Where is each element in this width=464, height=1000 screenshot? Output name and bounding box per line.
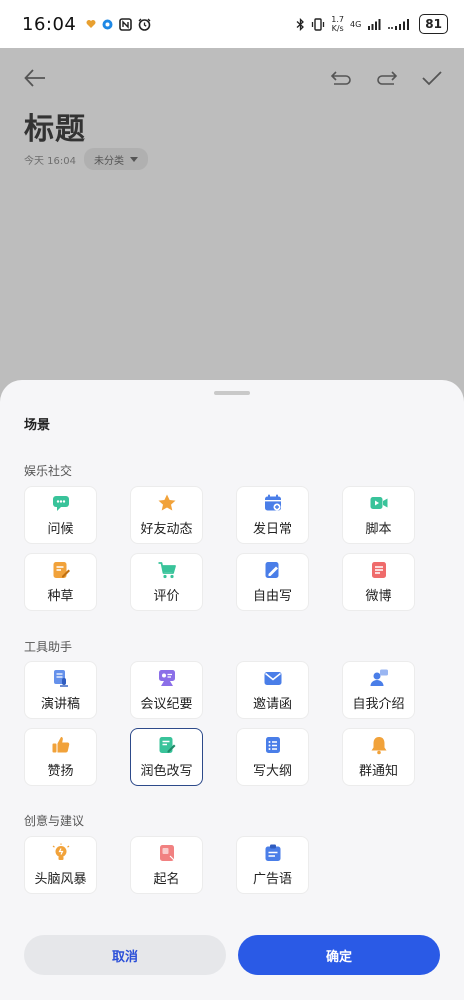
note-date: 今天 16:04 — [24, 155, 76, 167]
sheet-title: 场景 — [24, 418, 51, 433]
envelope-icon — [263, 668, 283, 688]
scene-card[interactable]: 评价 — [130, 553, 203, 611]
user-icon — [369, 668, 389, 688]
chevron-down-icon — [130, 156, 138, 162]
category-label: 未分类 — [94, 155, 124, 167]
chat-icon — [51, 493, 71, 513]
net-speed: 1.7 K/s — [331, 15, 344, 33]
sheet-drag-handle[interactable] — [214, 391, 250, 395]
name-tag-icon — [157, 843, 177, 863]
battery-indicator: 81 — [419, 14, 448, 34]
scene-card[interactable]: 写大纲 — [236, 728, 309, 786]
scene-card[interactable]: 头脑风暴 — [24, 836, 97, 894]
note-title[interactable]: 标题 — [24, 104, 86, 148]
scene-card-label: 写大纲 — [252, 764, 292, 779]
bluetooth-icon — [296, 17, 305, 31]
speech-icon — [51, 668, 71, 688]
scene-card[interactable]: 脚本 — [342, 486, 415, 544]
thumbs-up-icon — [51, 735, 71, 755]
scene-card-label: 润色改写 — [140, 764, 193, 779]
status-right: 1.7 K/s 4G 81 — [296, 14, 448, 34]
note-edit-icon — [51, 560, 71, 580]
note-pen-icon — [157, 735, 177, 755]
scene-card-label: 群通知 — [358, 764, 398, 779]
scene-card[interactable]: 会议纪要 — [130, 661, 203, 719]
scene-card[interactable]: 赞扬 — [24, 728, 97, 786]
scene-card-label: 自由写 — [252, 589, 292, 604]
cancel-button[interactable]: 取消 — [24, 935, 226, 975]
scene-grid-entertainment: 问候 好友动态 发日常 脚本种草 评价 自由写 微博 — [24, 486, 415, 611]
scene-card[interactable]: 广告语 — [236, 836, 309, 894]
scene-grid-creative: 头脑风暴 起名 广告语 — [24, 836, 415, 894]
signal-icon — [368, 19, 381, 30]
section-label-tools: 工具助手 — [24, 640, 73, 654]
network-type: 4G — [350, 19, 362, 29]
status-time: 16:04 — [22, 13, 77, 35]
star-icon — [157, 493, 177, 513]
video-icon — [369, 493, 389, 513]
signal-icon-secondary — [388, 19, 410, 30]
cart-icon — [157, 560, 177, 580]
list-icon — [263, 735, 283, 755]
scene-card-label: 种草 — [47, 589, 74, 604]
scene-card[interactable]: 演讲稿 — [24, 661, 97, 719]
scene-card-label: 邀请函 — [252, 697, 292, 712]
heart-icon — [86, 20, 96, 28]
sheet-actions: 取消 确定 — [24, 935, 440, 975]
status-notification-icons — [86, 17, 151, 31]
scene-card[interactable]: 自我介绍 — [342, 661, 415, 719]
scene-card[interactable]: 问候 — [24, 486, 97, 544]
checkmark-icon[interactable] — [422, 70, 442, 86]
meeting-icon — [157, 668, 177, 688]
scene-card[interactable]: 润色改写 — [130, 728, 203, 786]
pen-icon — [263, 560, 283, 580]
undo-icon[interactable] — [330, 71, 352, 85]
scene-card[interactable]: 发日常 — [236, 486, 309, 544]
scene-card-label: 微博 — [365, 589, 392, 604]
scene-card-label: 广告语 — [252, 872, 292, 887]
scene-card-label: 问候 — [47, 522, 74, 537]
net-speed-unit: K/s — [331, 24, 344, 33]
toolbar-actions — [330, 70, 442, 86]
net-speed-value: 1.7 — [331, 15, 344, 24]
section-label-creative: 创意与建议 — [24, 814, 85, 828]
scene-card[interactable]: 好友动态 — [130, 486, 203, 544]
scene-card-label: 演讲稿 — [40, 697, 80, 712]
bell-icon — [369, 735, 389, 755]
scene-card-label: 评价 — [153, 589, 180, 604]
alarm-icon — [138, 18, 151, 31]
scene-card[interactable]: 群通知 — [342, 728, 415, 786]
status-left: 16:04 — [22, 14, 151, 35]
scene-card-label: 好友动态 — [140, 522, 193, 537]
scene-card[interactable]: 起名 — [130, 836, 203, 894]
category-dropdown[interactable]: 未分类 — [84, 148, 148, 170]
redo-icon[interactable] — [376, 71, 398, 85]
clipboard-icon — [263, 843, 283, 863]
app-badge-icon — [102, 19, 113, 29]
calendar-add-icon — [263, 493, 283, 513]
scene-card[interactable]: 种草 — [24, 553, 97, 611]
back-arrow-icon[interactable] — [24, 69, 46, 87]
section-label-entertainment: 娱乐社交 — [24, 464, 73, 478]
confirm-button[interactable]: 确定 — [238, 935, 440, 975]
scene-card-label: 头脑风暴 — [34, 872, 87, 887]
scene-card-label: 起名 — [153, 872, 180, 887]
document-icon — [369, 560, 389, 580]
scene-card-label: 赞扬 — [47, 764, 74, 779]
scene-card[interactable]: 自由写 — [236, 553, 309, 611]
editor-toolbar — [24, 66, 442, 90]
vibrate-icon — [312, 17, 325, 31]
scene-grid-tools: 演讲稿 会议纪要 邀请函 自我介绍赞扬 润色改写 写大纲 群通知 — [24, 661, 415, 786]
scene-card-label: 发日常 — [252, 522, 292, 537]
note-meta: 今天 16:04 未分类 — [24, 148, 148, 170]
scene-card[interactable]: 邀请函 — [236, 661, 309, 719]
status-bar: 16:04 1.7 K/s 4G 81 — [0, 0, 464, 48]
scene-card[interactable]: 微博 — [342, 553, 415, 611]
nfc-icon — [119, 17, 133, 31]
scene-card-label: 会议纪要 — [140, 697, 193, 712]
scene-bottom-sheet: 场景 娱乐社交 问候 好友动态 发日常 脚本种草 评价 自由写 微博 工具助手 演讲稿 会议纪… — [0, 380, 464, 1000]
bulb-icon — [51, 843, 71, 863]
scene-card-label: 脚本 — [365, 522, 392, 537]
scene-card-label: 自我介绍 — [352, 697, 405, 712]
